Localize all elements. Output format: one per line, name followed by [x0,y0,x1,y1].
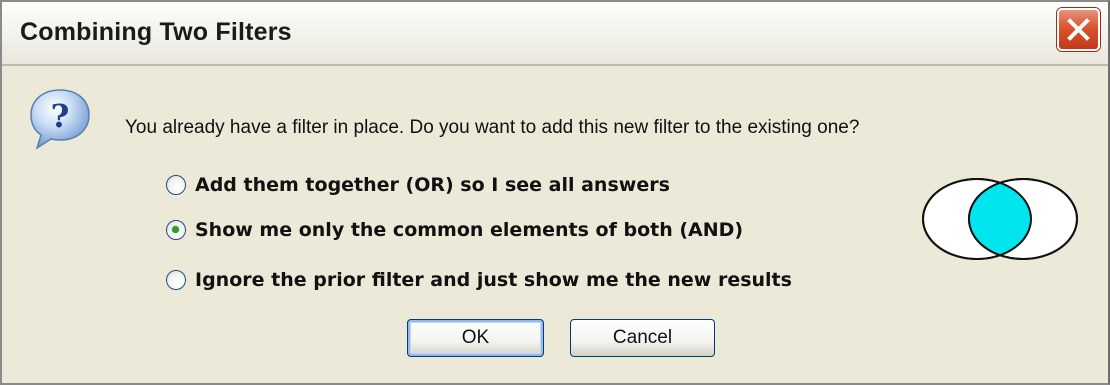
radio-and[interactable] [166,220,186,240]
svg-text:?: ? [51,97,70,135]
option-or-label[interactable]: Add them together (OR) so I see all answ… [195,174,670,196]
window-title: Combining Two Filters [20,18,292,46]
close-button[interactable] [1057,8,1100,51]
ok-button[interactable]: OK [407,319,544,357]
dialog-body: ? You already have a filter in place. Do… [2,66,1108,383]
option-ignore[interactable]: Ignore the prior filter and just show me… [166,265,792,295]
title-bar[interactable]: Combining Two Filters [2,2,1108,66]
dialog-message: You already have a filter in place. Do y… [125,117,860,138]
venn-intersection-icon [922,178,1078,260]
option-and-label[interactable]: Show me only the common elements of both… [195,219,743,241]
radio-ignore[interactable] [166,270,186,290]
cancel-button[interactable]: Cancel [570,319,715,357]
option-ignore-label[interactable]: Ignore the prior filter and just show me… [195,269,792,291]
close-icon [1067,18,1090,41]
dialog-window: Combining Two Filters ? You already have… [0,0,1110,385]
option-and[interactable]: Show me only the common elements of both… [166,215,743,245]
radio-or[interactable] [166,175,186,195]
option-or[interactable]: Add them together (OR) so I see all answ… [166,170,670,200]
question-icon: ? [30,89,90,150]
